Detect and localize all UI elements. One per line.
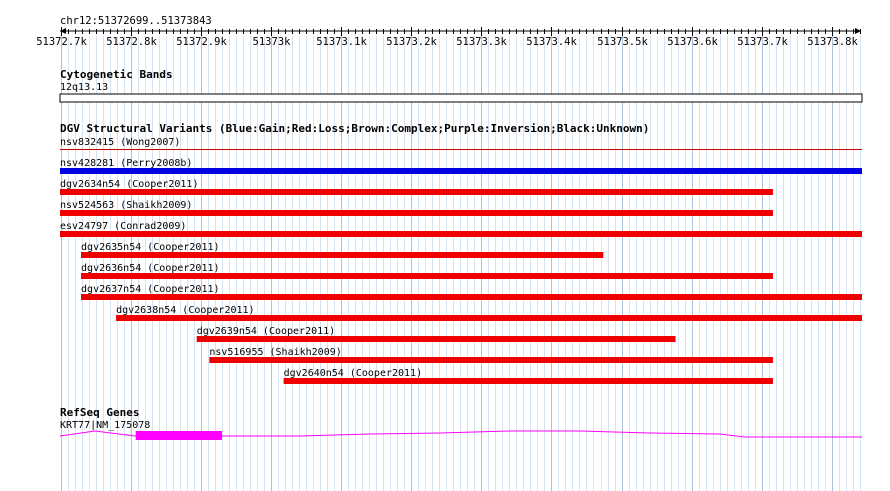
dgv-feature-bar[interactable] <box>60 149 862 150</box>
cytoband-track-title: Cytogenetic Bands <box>60 68 173 81</box>
ruler-tick-label: 51373k <box>253 36 292 48</box>
ruler-tick-label: 51372.9k <box>176 36 227 48</box>
ruler-tick-label: 51373.7k <box>737 36 788 48</box>
refseq-gene-label: KRT77|NM_175078 <box>60 420 150 431</box>
dgv-feature-bar[interactable] <box>283 378 773 384</box>
dgv-feature[interactable]: dgv2638n54 (Cooper2011) <box>116 305 862 321</box>
dgv-feature-bar[interactable] <box>116 315 862 321</box>
dgv-feature[interactable]: dgv2635n54 (Cooper2011) <box>81 242 604 258</box>
dgv-feature-label: dgv2634n54 (Cooper2011) <box>60 179 198 190</box>
dgv-feature-bar[interactable] <box>81 252 604 258</box>
dgv-feature-bar[interactable] <box>60 210 773 216</box>
dgv-feature-label: nsv524563 (Shaikh2009) <box>60 200 192 211</box>
dgv-feature[interactable]: dgv2637n54 (Cooper2011) <box>81 284 862 300</box>
refseq-track-title: RefSeq Genes <box>60 406 139 419</box>
dgv-feature-label: dgv2636n54 (Cooper2011) <box>81 263 219 274</box>
dgv-feature-label: nsv516955 (Shaikh2009) <box>209 347 341 358</box>
ruler-left-arrow-icon <box>60 28 66 34</box>
dgv-feature-bar[interactable] <box>209 357 773 363</box>
dgv-feature-bar[interactable] <box>81 273 773 279</box>
dgv-feature-label: dgv2639n54 (Cooper2011) <box>197 326 335 337</box>
ruler-tick-label: 51373.3k <box>456 36 507 48</box>
dgv-feature-bar[interactable] <box>60 168 862 174</box>
ruler-tick-label: 51372.7k <box>36 36 87 48</box>
dgv-feature-bar[interactable] <box>60 189 773 195</box>
dgv-feature-bar[interactable] <box>196 336 676 342</box>
region-label: chr12:51372699..51373843 <box>60 15 212 27</box>
cytoband-bar[interactable] <box>59 93 863 103</box>
dgv-track-title: DGV Structural Variants (Blue:Gain;Red:L… <box>60 122 649 135</box>
ruler-tick-label: 51373.5k <box>597 36 648 48</box>
dgv-feature[interactable]: nsv524563 (Shaikh2009) <box>60 200 773 216</box>
dgv-feature-label: esv24797 (Conrad2009) <box>60 221 186 232</box>
dgv-feature[interactable]: dgv2639n54 (Cooper2011) <box>196 326 676 342</box>
dgv-feature-label: nsv428281 (Perry2008b) <box>60 158 192 169</box>
dgv-feature-label: dgv2635n54 (Cooper2011) <box>81 242 219 253</box>
dgv-feature[interactable]: dgv2634n54 (Cooper2011) <box>60 179 773 195</box>
ruler-tick-label: 51373.4k <box>526 36 577 48</box>
dgv-feature-label: dgv2640n54 (Cooper2011) <box>284 368 422 379</box>
ruler-tick-label: 51372.8k <box>106 36 157 48</box>
genome-browser-panel: chr12:51372699..51373843 51372.7k 51372.8… <box>36 15 863 491</box>
ruler-tick-label: 51373.2k <box>386 36 437 48</box>
dgv-feature[interactable]: nsv516955 (Shaikh2009) <box>209 347 773 363</box>
ruler-tick-label: 51373.6k <box>667 36 718 48</box>
dgv-feature-label: nsv832415 (Wong2007) <box>60 137 180 148</box>
ruler-tick-label: 51373.8k <box>807 36 858 48</box>
dgv-feature-bar[interactable] <box>60 231 862 237</box>
dgv-feature-label: dgv2638n54 (Cooper2011) <box>116 305 254 316</box>
dgv-feature-label: dgv2637n54 (Cooper2011) <box>81 284 219 295</box>
dgv-feature[interactable]: dgv2636n54 (Cooper2011) <box>81 263 773 279</box>
dgv-feature-bar[interactable] <box>81 294 862 300</box>
refseq-exon[interactable] <box>135 431 222 440</box>
ruler-tick-label: 51373.1k <box>316 36 367 48</box>
cytoband-label: 12q13.13 <box>60 82 108 93</box>
